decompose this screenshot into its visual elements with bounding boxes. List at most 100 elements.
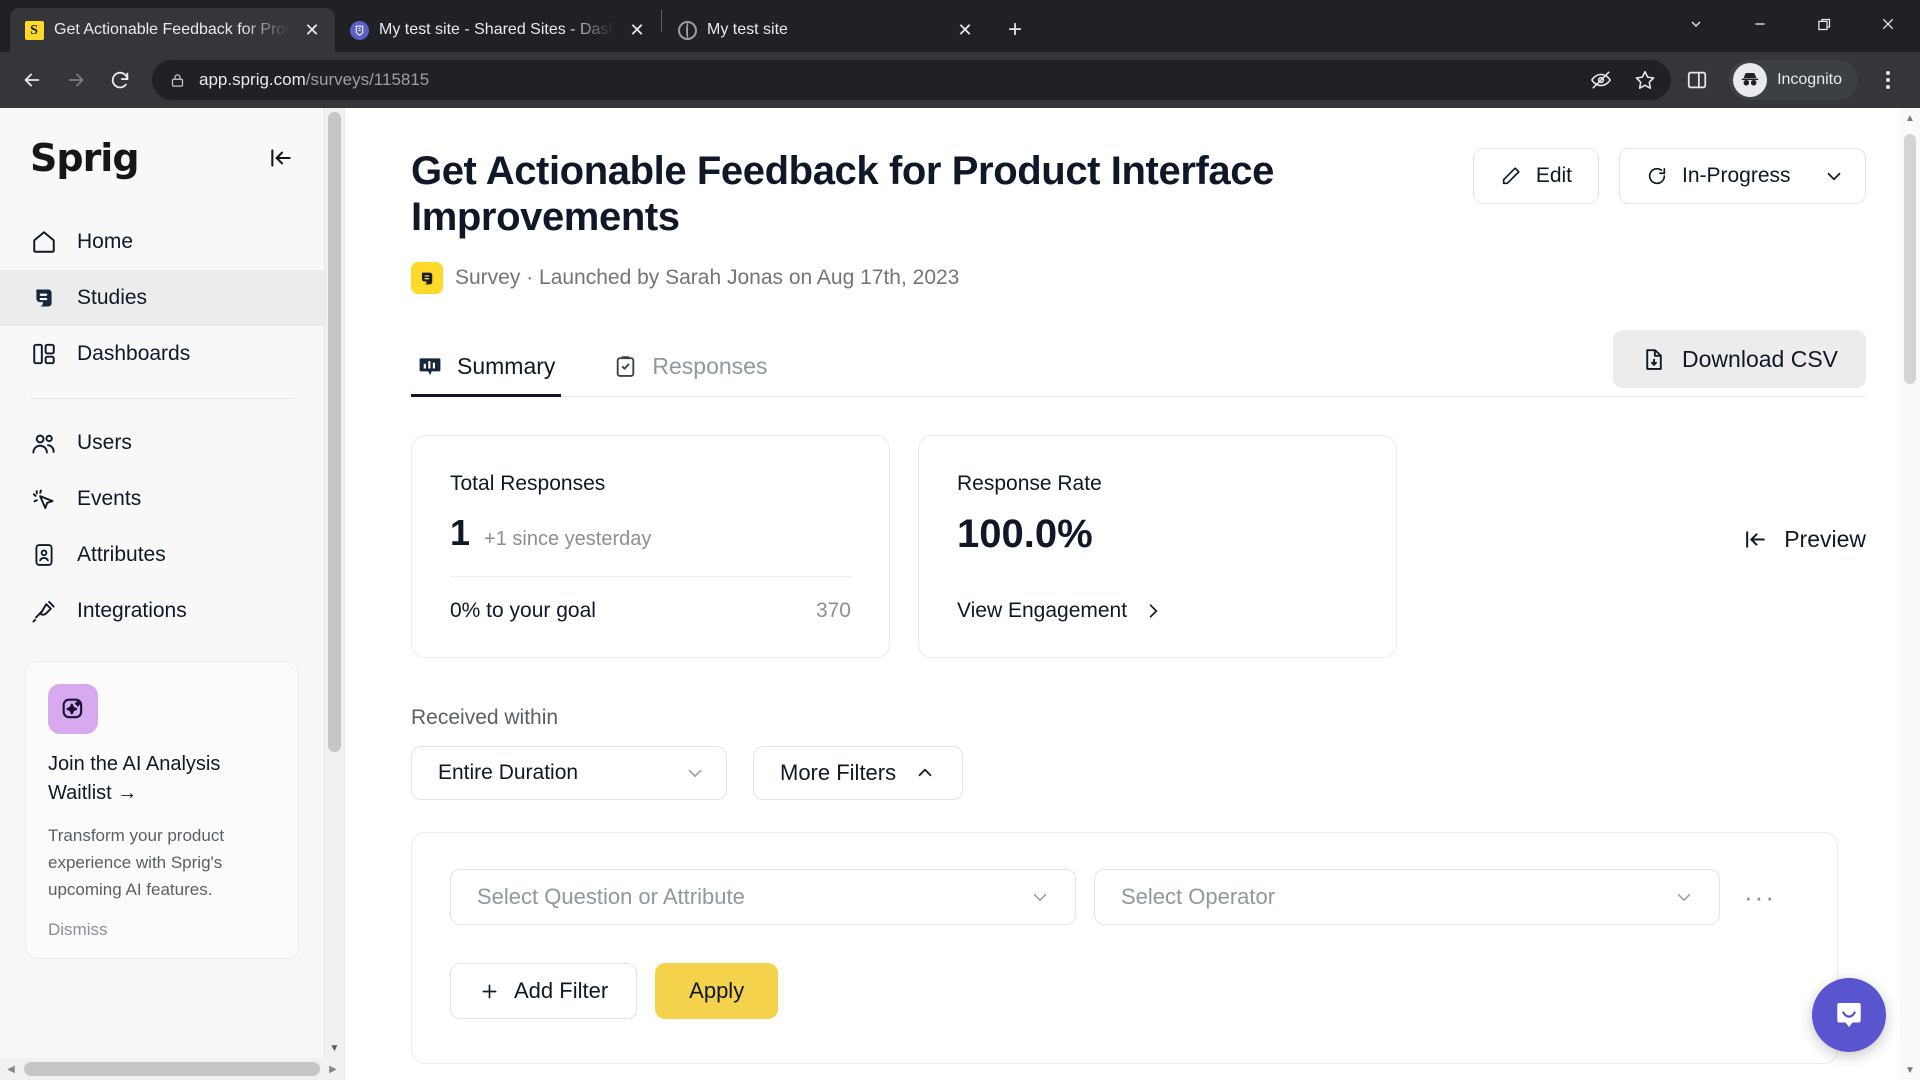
sidebar-item-attributes[interactable]: Attributes: [0, 527, 324, 583]
question-or-attribute-select[interactable]: Select Question or Attribute: [450, 869, 1076, 925]
three-dot-menu-icon[interactable]: [1868, 60, 1908, 100]
duration-value: Entire Duration: [438, 761, 579, 784]
bookmark-star-icon[interactable]: [1631, 66, 1659, 94]
reload-icon[interactable]: [100, 60, 140, 100]
survey-subtitle: Survey · Launched by Sarah Jonas on Aug …: [455, 266, 960, 289]
sidebar-item-label: Events: [77, 487, 142, 510]
add-filter-button[interactable]: Add Filter: [450, 963, 638, 1019]
browser-tab-2[interactable]: My test site - Shared Sites - Dash ✕: [335, 8, 660, 52]
survey-badge-icon: [411, 262, 443, 294]
in-progress-spinner-icon: [1646, 165, 1668, 187]
browser-tab-1[interactable]: S Get Actionable Feedback for Prod ✕: [10, 8, 335, 52]
status-dropdown[interactable]: In-Progress: [1619, 148, 1866, 204]
globe-favicon: [677, 20, 697, 40]
url-text: app.sprig.com/surveys/115815: [199, 70, 430, 89]
main-scroll-thumb[interactable]: [1904, 134, 1916, 384]
sidebar-item-label: Integrations: [77, 599, 187, 622]
sidebar-scroll-down-arrow[interactable]: ▼: [325, 1038, 344, 1058]
status-label: In-Progress: [1682, 164, 1791, 187]
filter-panel: Select Question or Attribute Select Oper…: [411, 832, 1838, 1064]
tracking-protection-icon[interactable]: [1587, 66, 1615, 94]
ai-waitlist-promo-card: Join the AI Analysis Waitlist → Transfor…: [25, 661, 299, 959]
sidebar-item-home[interactable]: Home: [0, 214, 324, 270]
response-rate-value: 100.0%: [957, 512, 1093, 556]
download-csv-label: Download CSV: [1682, 345, 1838, 372]
duration-select[interactable]: Entire Duration: [411, 746, 727, 800]
goal-progress-label: 0% to your goal: [450, 599, 596, 622]
filter-overflow-menu-icon[interactable]: ···: [1738, 882, 1782, 913]
forward-icon[interactable]: [56, 60, 96, 100]
integrations-plug-icon: [30, 598, 57, 625]
sidebar-item-users[interactable]: Users: [0, 415, 324, 471]
intercom-chat-launcher[interactable]: [1812, 978, 1886, 1052]
tab-close-icon[interactable]: ✕: [299, 17, 325, 43]
main-scroll-up-arrow[interactable]: ▲: [1900, 108, 1920, 128]
back-icon[interactable]: [12, 60, 52, 100]
sidebar-item-events[interactable]: Events: [0, 471, 324, 527]
tab-close-icon[interactable]: ✕: [952, 17, 978, 43]
metric-cards: Total Responses 1 +1 since yesterday 0% …: [411, 435, 1866, 658]
incognito-icon: [1733, 63, 1768, 97]
browser-window: S Get Actionable Feedback for Prod ✕ My …: [0, 0, 1920, 1080]
lock-icon: [170, 73, 185, 88]
browser-tab-3[interactable]: My test site ✕: [663, 8, 988, 52]
sidebar-horizontal-scrollbar[interactable]: ◀ ▶: [0, 1058, 344, 1080]
filter-row: Select Question or Attribute Select Oper…: [450, 869, 1797, 925]
tab-title: Get Actionable Feedback for Prod: [54, 21, 289, 38]
tab-responses[interactable]: Responses: [607, 353, 773, 396]
tab-close-icon[interactable]: ✕: [624, 17, 650, 43]
minimize-icon[interactable]: [1728, 0, 1792, 48]
main-vertical-scrollbar[interactable]: ▲ ▼: [1900, 108, 1920, 1080]
close-icon[interactable]: [1856, 0, 1920, 48]
wordpress-favicon: [349, 20, 369, 40]
promo-title[interactable]: Join the AI Analysis Waitlist →: [48, 750, 276, 808]
edit-label: Edit: [1535, 164, 1572, 187]
collapse-sidebar-icon[interactable]: [268, 145, 294, 171]
side-panel-icon[interactable]: [1683, 66, 1711, 94]
intercom-chat-icon: [1837, 1003, 1861, 1027]
window-controls: [1664, 0, 1920, 48]
address-bar[interactable]: app.sprig.com/surveys/115815: [152, 60, 1672, 100]
tab-summary[interactable]: Summary: [411, 353, 562, 397]
promo-dismiss-link[interactable]: Dismiss: [48, 920, 276, 940]
page-title: Get Actionable Feedback for Product Inte…: [411, 149, 1274, 239]
sprig-logo[interactable]: Sprig: [30, 136, 140, 180]
view-engagement-link[interactable]: View Engagement: [957, 599, 1358, 623]
edit-button[interactable]: Edit: [1472, 148, 1599, 204]
chevron-up-icon: [914, 762, 936, 784]
new-tab-button[interactable]: +: [996, 11, 1034, 49]
preview-label: Preview: [1784, 526, 1866, 552]
total-responses-value: 1: [450, 512, 471, 553]
card-divider: [450, 576, 851, 577]
sidebar-header: Sprig: [0, 108, 324, 180]
sidebar-item-studies[interactable]: Studies: [0, 270, 324, 326]
events-cursor-icon: [30, 486, 57, 513]
page-viewport: Sprig Home Studies Dashboards Users Even…: [0, 108, 1920, 1080]
operator-select[interactable]: Select Operator: [1094, 869, 1720, 925]
filter-actions: Add Filter Apply: [450, 963, 1797, 1019]
chevron-down-icon: [1823, 165, 1845, 187]
sidebar-item-dashboards[interactable]: Dashboards: [0, 326, 324, 382]
more-filters-button[interactable]: More Filters: [753, 746, 964, 800]
chart-board-icon: [417, 354, 443, 380]
preview-button[interactable]: Preview: [1743, 526, 1866, 553]
goal-target-value: 370: [815, 599, 851, 622]
scroll-right-arrow[interactable]: ▶: [322, 1064, 344, 1075]
main-scroll-down-arrow[interactable]: ▼: [1900, 1060, 1920, 1080]
total-responses-card: Total Responses 1 +1 since yesterday 0% …: [411, 435, 890, 658]
sidebar-hscroll-thumb[interactable]: [24, 1062, 320, 1076]
sidebar-item-label: Dashboards: [77, 342, 191, 365]
download-csv-button[interactable]: Download CSV: [1613, 330, 1866, 388]
sidebar-vertical-scrollbar[interactable]: ▼: [324, 108, 344, 1058]
dashboards-icon: [30, 341, 57, 368]
chevron-down-icon: [684, 762, 706, 784]
chevron-down-icon[interactable]: [1664, 0, 1728, 48]
sidebar-item-integrations[interactable]: Integrations: [0, 583, 324, 639]
add-filter-label: Add Filter: [514, 978, 609, 1003]
sidebar-scroll-thumb[interactable]: [328, 112, 341, 752]
scroll-left-arrow[interactable]: ◀: [0, 1064, 22, 1075]
maximize-icon[interactable]: [1792, 0, 1856, 48]
apply-button[interactable]: Apply: [655, 963, 779, 1019]
tab-label: Summary: [457, 353, 556, 379]
incognito-profile-chip[interactable]: Incognito: [1729, 60, 1858, 100]
